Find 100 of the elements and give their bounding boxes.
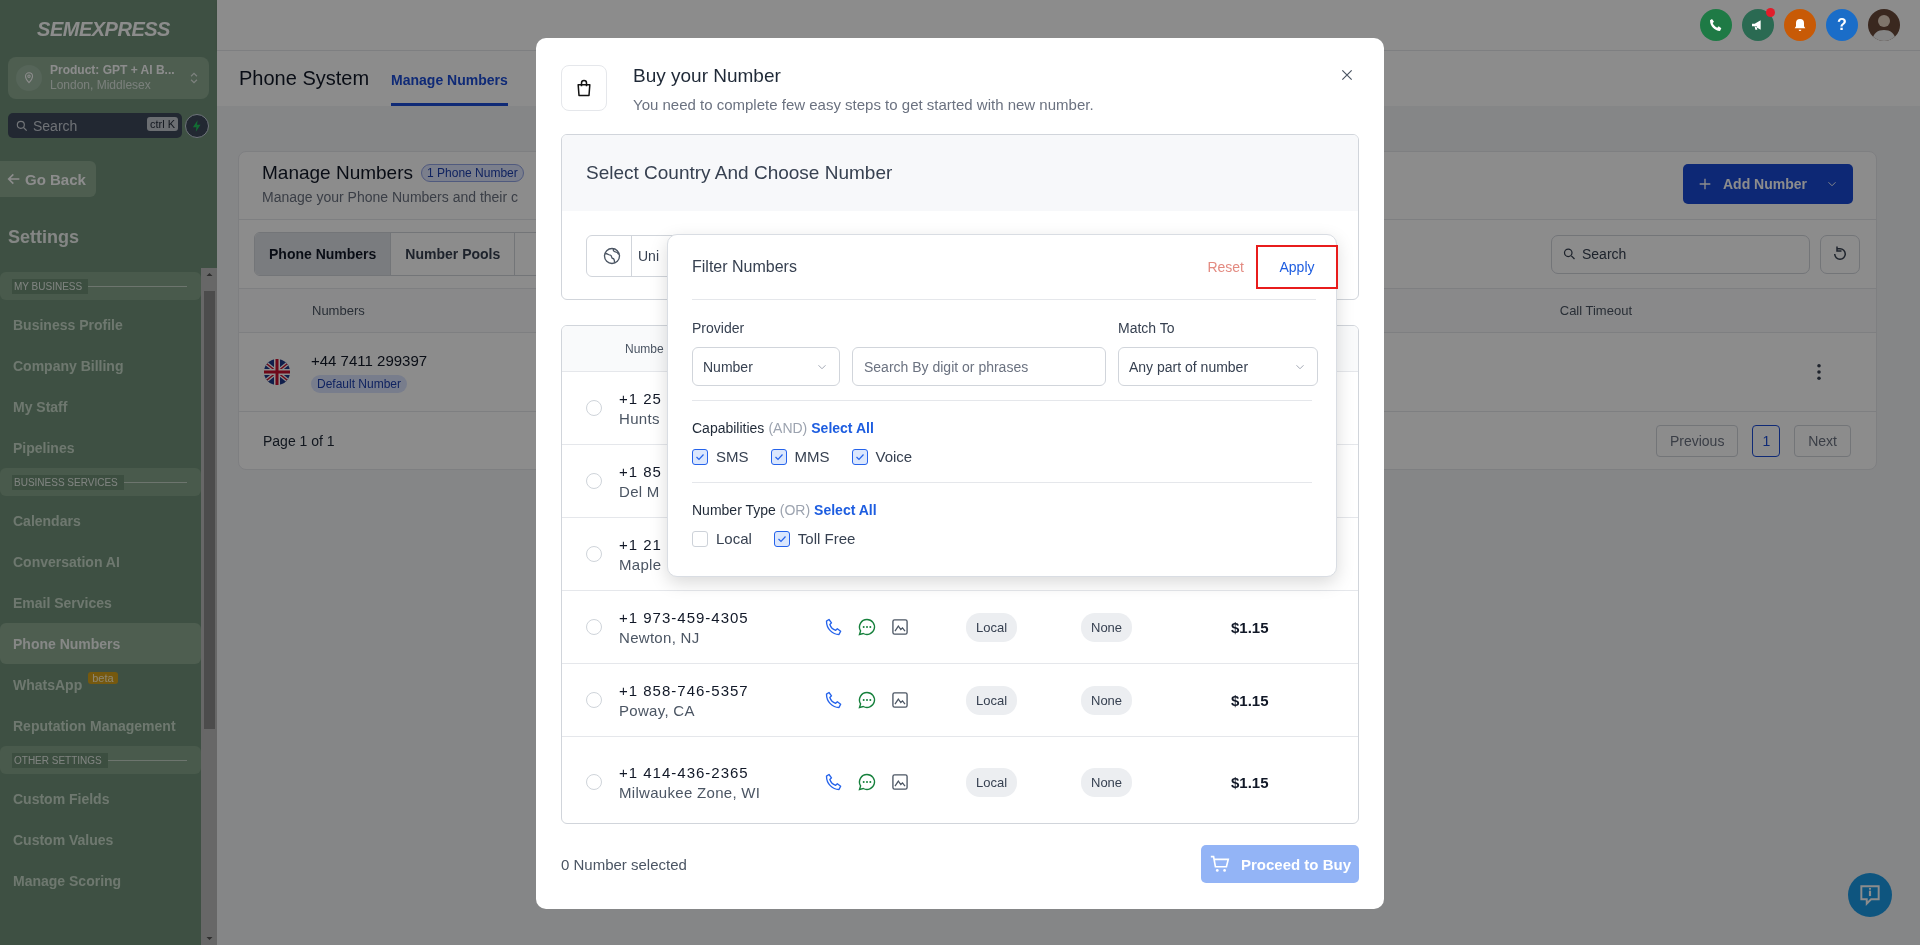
column-header: Numbe: [625, 341, 664, 356]
location-pin-icon: [22, 71, 36, 85]
phone-button[interactable]: [1700, 9, 1732, 41]
image-icon: [890, 772, 910, 793]
avatar[interactable]: [1868, 9, 1900, 41]
phone-number: +1 25: [619, 389, 662, 407]
location: Del M: [619, 482, 660, 500]
page-summary: Page 1 of 1: [263, 432, 335, 449]
price: $1.15: [1231, 773, 1269, 791]
location: Newton, NJ: [619, 628, 700, 646]
checkbox[interactable]: [692, 448, 708, 465]
price: $1.15: [1231, 618, 1269, 636]
location: Hunts: [619, 409, 660, 427]
search-field[interactable]: Search: [1551, 234, 1810, 274]
section-header: OTHER SETTINGS: [0, 746, 201, 774]
provider-select[interactable]: Number: [692, 347, 840, 386]
help-button[interactable]: ?: [1826, 9, 1858, 41]
radio-button[interactable]: [586, 400, 602, 417]
checkbox[interactable]: [851, 448, 868, 465]
group-label: Number Type: [692, 502, 776, 518]
location: Milwaukee Zone, WI: [619, 783, 761, 801]
tab[interactable]: Manage Numbers: [391, 51, 508, 106]
scroll-down-icon: [204, 934, 214, 943]
group-qualifier: (OR): [779, 502, 811, 518]
radio-button[interactable]: [586, 619, 602, 636]
megaphone-button[interactable]: [1742, 9, 1774, 41]
quick-action-button[interactable]: [185, 113, 209, 138]
checkbox[interactable]: [773, 530, 790, 547]
select-all-link[interactable]: Select All: [814, 502, 877, 518]
checkbox-label: SMS: [716, 448, 749, 465]
dialog-title: Buy your Number: [633, 65, 782, 87]
phone-number: +1 858-746-5357: [619, 681, 749, 699]
card-subtitle: Manage your Phone Numbers and their c: [262, 189, 520, 205]
globe-icon: [602, 246, 622, 266]
add-number-button[interactable]: Add Number: [1683, 163, 1853, 204]
flag-icon: [263, 358, 291, 386]
search-icon: [15, 118, 29, 133]
section-header: BUSINESS SERVICES: [0, 468, 201, 496]
phone-icon: [824, 690, 844, 711]
search-icon: [1562, 246, 1577, 262]
search-field[interactable]: Search By digit or phrases: [852, 347, 1106, 386]
type-tag: Local: [966, 613, 1018, 643]
radio-button[interactable]: [586, 774, 602, 791]
previous-button[interactable]: Previous: [1655, 424, 1739, 457]
chat-icon: [857, 617, 877, 638]
scroll-up-icon: [204, 270, 214, 279]
dialog-subtitle: You need to complete few easy steps to get started with new number.: [633, 96, 1094, 113]
shopping-bag-icon: [574, 78, 594, 98]
settings-heading: Settings: [8, 227, 80, 248]
field-label: Provider: [692, 320, 746, 336]
reset-link[interactable]: Reset: [1203, 245, 1248, 289]
more-options-button[interactable]: [1817, 364, 1821, 380]
select-all-link[interactable]: Select All: [811, 420, 874, 436]
logo: SEMEXPRESS: [37, 18, 170, 41]
chat-icon: [857, 772, 877, 793]
chat-info-icon: [1857, 882, 1883, 908]
type-tag: Local: [966, 768, 1018, 798]
filter-title: Filter Numbers: [692, 258, 798, 276]
radio-button[interactable]: [586, 692, 602, 709]
phone-number: +1 973-459-4305: [619, 608, 749, 626]
apply-link[interactable]: Apply: [1256, 245, 1338, 289]
checkbox-label: Local: [716, 530, 752, 547]
type-tag: Local: [966, 686, 1018, 716]
scrollbar[interactable]: [201, 268, 217, 945]
phone-icon: [824, 772, 844, 793]
view-tab[interactable]: Phone Numbers: [255, 233, 392, 275]
close-icon: [1339, 67, 1355, 83]
card-title: Manage Numbers: [262, 162, 414, 184]
price: $1.15: [1231, 691, 1269, 709]
phone-icon: [824, 617, 844, 638]
refresh-button[interactable]: [1820, 234, 1860, 274]
location: Maple: [619, 555, 662, 573]
arrow-left-icon: [6, 171, 22, 187]
column-header: Call Timeout: [1559, 303, 1632, 318]
shortcut-hint: ctrl K: [146, 117, 178, 131]
phone-number: +1 21: [619, 535, 662, 553]
bell-icon: [1792, 17, 1808, 33]
radio-button[interactable]: [586, 546, 602, 563]
image-icon: [890, 617, 910, 638]
checkbox[interactable]: [770, 448, 787, 465]
phone-number: +44 7411 299397: [311, 351, 428, 369]
next-button[interactable]: Next: [1794, 424, 1851, 457]
column-header: Numbers: [312, 303, 365, 318]
support-chat-button[interactable]: [1848, 873, 1892, 917]
page-button[interactable]: 1: [1752, 424, 1781, 457]
selection-summary: 0 Number selected: [561, 855, 687, 873]
bell-button[interactable]: [1784, 9, 1816, 41]
chat-icon: [857, 690, 877, 711]
field-label: Match To: [1118, 320, 1176, 336]
location: Poway, CA: [619, 701, 695, 719]
match-select[interactable]: Any part of number: [1118, 347, 1318, 386]
default-badge: Default Number: [311, 374, 408, 393]
checkbox-label: Toll Free: [797, 530, 856, 547]
status-tag: None: [1081, 613, 1133, 643]
count-badge: 1 Phone Number: [421, 164, 524, 182]
checkbox-label: Voice: [875, 448, 913, 465]
group-label: Capabilities: [692, 420, 765, 436]
radio-button[interactable]: [586, 473, 602, 490]
go-back-button[interactable]: Go Back: [0, 161, 96, 197]
status-tag: None: [1081, 768, 1133, 798]
